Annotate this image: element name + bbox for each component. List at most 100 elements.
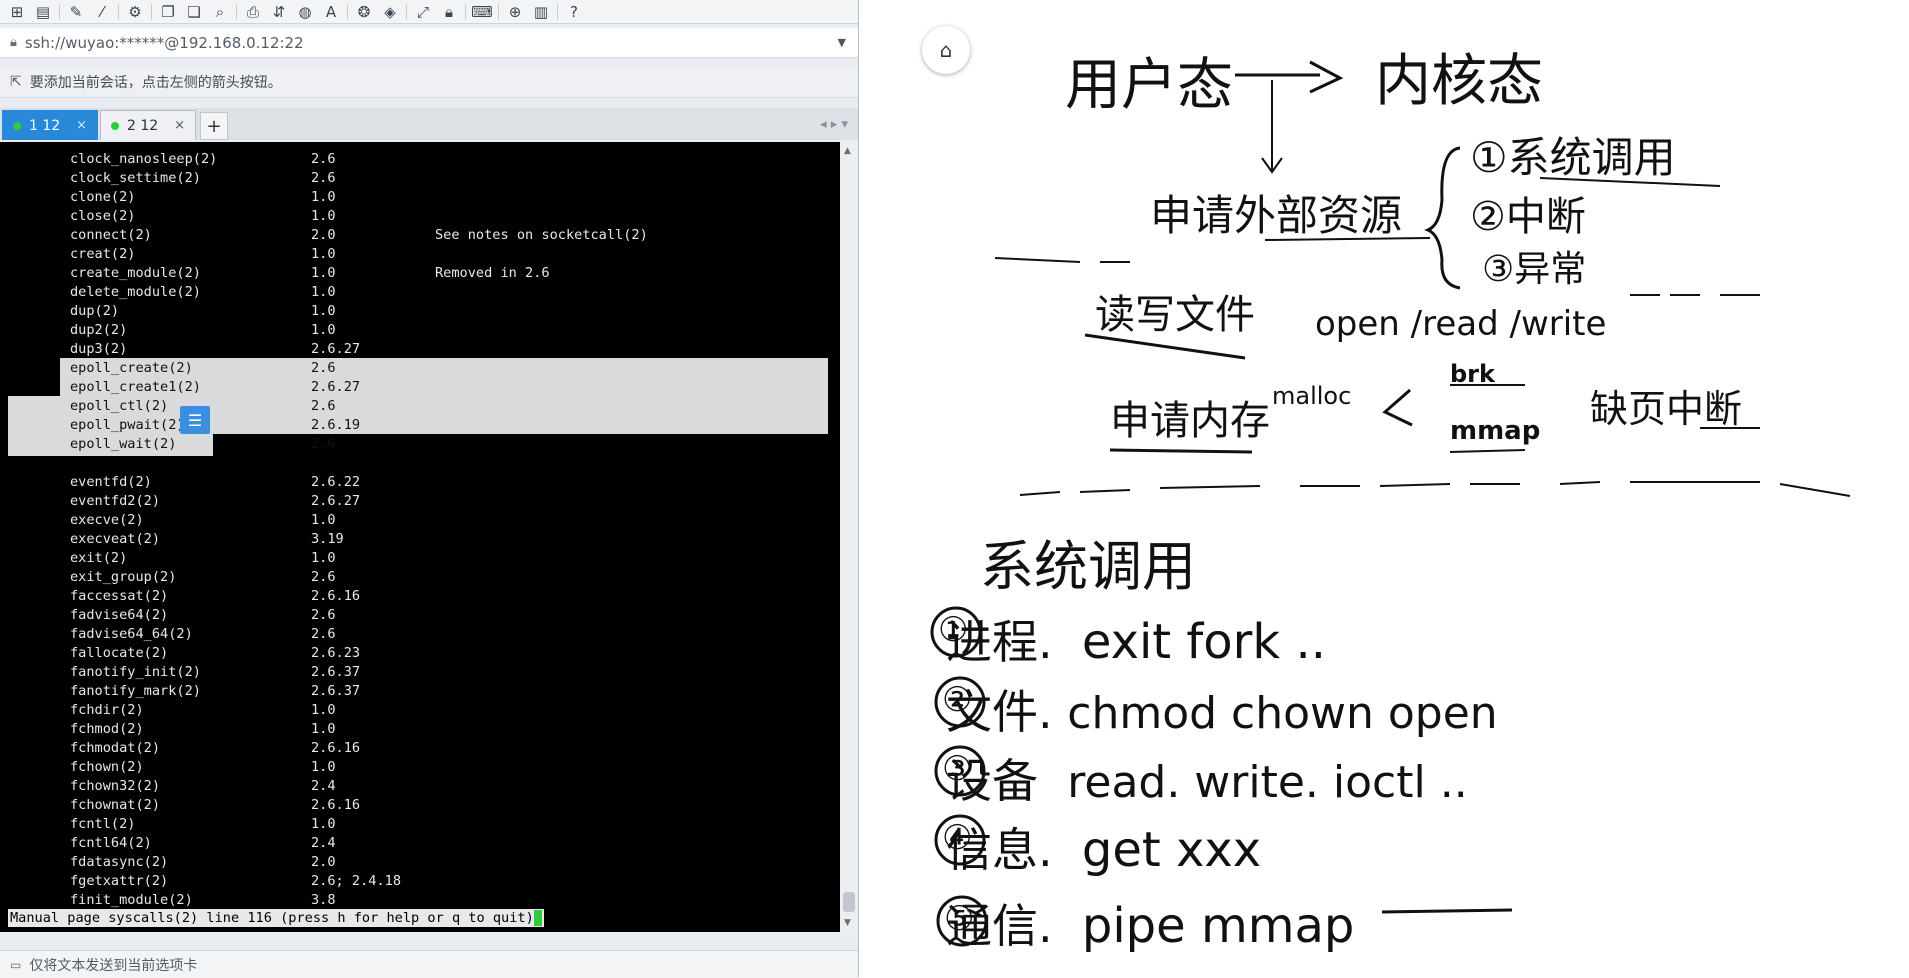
syscall-row: fchownat(2) 2.6.16 xyxy=(0,796,840,815)
syscall-name: delete_module(2) xyxy=(70,284,201,300)
syscall-name: fchown(2) xyxy=(70,759,144,775)
font-icon[interactable]: A xyxy=(318,1,344,23)
syscall-row: fdatasync(2) 2.0 xyxy=(0,853,840,872)
tab-scroll-arrows-icon[interactable]: ◂ ▸ ▾ xyxy=(820,117,848,132)
address-bar[interactable]: 🔒︎ ssh://wuyao:******@192.168.0.12:22 ▼ xyxy=(0,28,858,58)
close-icon[interactable]: × xyxy=(174,118,185,133)
syscall-name: fadvise64(2) xyxy=(70,607,169,623)
mmap-label: mmap xyxy=(1450,416,1541,446)
selection-menu-icon[interactable]: ☰ xyxy=(180,406,210,434)
script-icon[interactable]: ❂ xyxy=(351,1,377,23)
kernel-version: 2.4 xyxy=(311,835,336,851)
syscall-row: epoll_pwait(2) 2.6.19 xyxy=(0,416,840,435)
arrow-hint-icon[interactable]: ⇱ xyxy=(10,74,22,90)
open-folder-icon[interactable]: ▤ xyxy=(30,1,56,23)
toolbar-separator xyxy=(236,3,237,20)
kernel-version: 2.6 xyxy=(311,626,336,642)
syscall-row: execveat(2) 3.19 xyxy=(0,530,840,549)
syscall-row: epoll_create(2) 2.6 xyxy=(0,359,840,378)
syscall-name: fdatasync(2) xyxy=(70,854,169,870)
session-hint-text: 要添加当前会话，点击左侧的箭头按钮。 xyxy=(29,74,282,91)
scroll-down-icon[interactable]: ▼ xyxy=(844,918,851,928)
kernel-version: 2.0 xyxy=(311,854,336,870)
kernel-version: 3.19 xyxy=(311,531,344,547)
item-number: ② xyxy=(942,680,973,720)
kernel-version: 2.6 xyxy=(311,607,336,623)
scroll-up-icon[interactable]: ▲ xyxy=(844,146,851,156)
kernel-version: 2.6.19 xyxy=(311,417,361,433)
tab-session-1[interactable]: 1 12 × xyxy=(2,110,98,140)
syscall-name: fanotify_init(2) xyxy=(70,664,201,680)
address-text[interactable]: ssh://wuyao:******@192.168.0.12:22 xyxy=(25,34,304,52)
tab-session-2[interactable]: 2 12 × xyxy=(100,110,196,140)
kernel-version: 2.6 xyxy=(311,436,336,452)
kernel-version: 1.0 xyxy=(311,702,336,718)
kernel-version: 2.6.27 xyxy=(311,379,361,395)
tunnel-icon[interactable]: ◈ xyxy=(377,1,403,23)
new-session-icon[interactable]: ⊞ xyxy=(4,1,30,23)
print-icon[interactable]: ⎙ xyxy=(240,1,266,23)
syscall-name: exit(2) xyxy=(70,550,128,566)
transfer-icon[interactable]: ⇵ xyxy=(266,1,292,23)
syscall-row: dup(2) 1.0 xyxy=(0,302,840,321)
syscall-row: fchmodat(2) 2.6.16 xyxy=(0,739,840,758)
syscall-name: epoll_ctl(2) xyxy=(70,398,169,414)
syscall-name: fchmodat(2) xyxy=(70,740,161,756)
paste-icon[interactable]: ❏ xyxy=(181,1,207,23)
add-tab-button[interactable]: + xyxy=(200,112,228,140)
syscall-row: dup2(2) 1.0 xyxy=(0,321,840,340)
kernel-version: 1.0 xyxy=(311,246,336,262)
underline xyxy=(1449,449,1526,453)
syscall-row: delete_module(2) 1.0 xyxy=(0,283,840,302)
terminal-screen[interactable]: clock_nanosleep(2) 2.6 clock_settime(2) 2.6… xyxy=(0,142,840,932)
branch-exception: ③异常 xyxy=(1482,249,1587,290)
syscall-item-info: 信息. get xxx xyxy=(946,822,1262,878)
kernel-version: 1.0 xyxy=(311,512,336,528)
keyboard-icon[interactable]: ⌨ xyxy=(469,1,495,23)
item-number: ⑤ xyxy=(944,899,975,939)
syscall-name: epoll_pwait(2) xyxy=(70,417,185,433)
syscall-name: fcntl64(2) xyxy=(70,835,152,851)
new-tab-icon[interactable]: ⊕ xyxy=(502,1,528,23)
syscall-row: connect(2) 2.0 See notes on socketcall(2) xyxy=(0,226,840,245)
rw-calls-label: open /read /write xyxy=(1315,304,1607,344)
syscall-section-title: 系统调用 xyxy=(980,535,1196,598)
syscall-name: epoll_create1(2) xyxy=(70,379,201,395)
syscall-name: execve(2) xyxy=(70,512,144,528)
layout-icon[interactable]: ▥ xyxy=(528,1,554,23)
kernel-version: 1.0 xyxy=(311,303,336,319)
syscall-row: clock_nanosleep(2) 2.6 xyxy=(0,150,840,169)
chevron-down-icon[interactable]: ▼ xyxy=(838,36,846,49)
session-hint-bar: ⇱ 要添加当前会话，点击左侧的箭头按钮。 xyxy=(0,66,858,98)
syscall-name: dup3(2) xyxy=(70,341,128,357)
fullscreen-icon[interactable]: ⤢ xyxy=(410,1,436,23)
syscall-name: fcntl(2) xyxy=(70,816,136,832)
terminal-output: clock_nanosleep(2) 2.6 clock_settime(2) 2.6… xyxy=(0,150,840,910)
lock-icon: 🔒︎ xyxy=(10,35,17,50)
scrollbar-thumb[interactable] xyxy=(843,892,855,912)
syscall-name: exit_group(2) xyxy=(70,569,177,585)
lock-icon[interactable]: 🔒︎ xyxy=(436,1,462,23)
session-tab-bar: 1 12 × 2 12 × + ◂ ▸ ▾ xyxy=(0,108,858,140)
send-to-tab-bar[interactable]: ▭ 仅将文本发送到当前选项卡 xyxy=(0,950,858,978)
syscall-name: fchown32(2) xyxy=(70,778,161,794)
edit-icon[interactable]: ✎ xyxy=(63,1,89,23)
kernel-version: 2.6; 2.4.18 xyxy=(311,873,402,889)
syscall-row: exit_group(2) 2.6 xyxy=(0,568,840,587)
kernel-version: 2.6.16 xyxy=(311,588,361,604)
syscall-name: clock_nanosleep(2) xyxy=(70,151,218,167)
close-icon[interactable]: × xyxy=(76,118,87,133)
copy-icon[interactable]: ❐ xyxy=(155,1,181,23)
syscall-row: finit_module(2) 3.8 xyxy=(0,891,840,910)
kernel-version: 2.6 xyxy=(311,569,336,585)
find-icon[interactable]: ⌕ xyxy=(207,1,233,23)
kernel-version: 2.6.16 xyxy=(311,797,361,813)
kernel-version: 2.6.37 xyxy=(311,683,361,699)
properties-icon[interactable]: ⚙ xyxy=(122,1,148,23)
help-icon[interactable]: ? xyxy=(561,1,587,23)
terminal-scrollbar[interactable]: ▲ ▼ xyxy=(840,142,858,932)
syscall-row: eventfd(2) 2.6.22 xyxy=(0,473,840,492)
kernel-version: 2.6 xyxy=(311,151,336,167)
kernel-version: 2.6.27 xyxy=(311,341,361,357)
globe-icon[interactable]: ◍ xyxy=(292,1,318,23)
